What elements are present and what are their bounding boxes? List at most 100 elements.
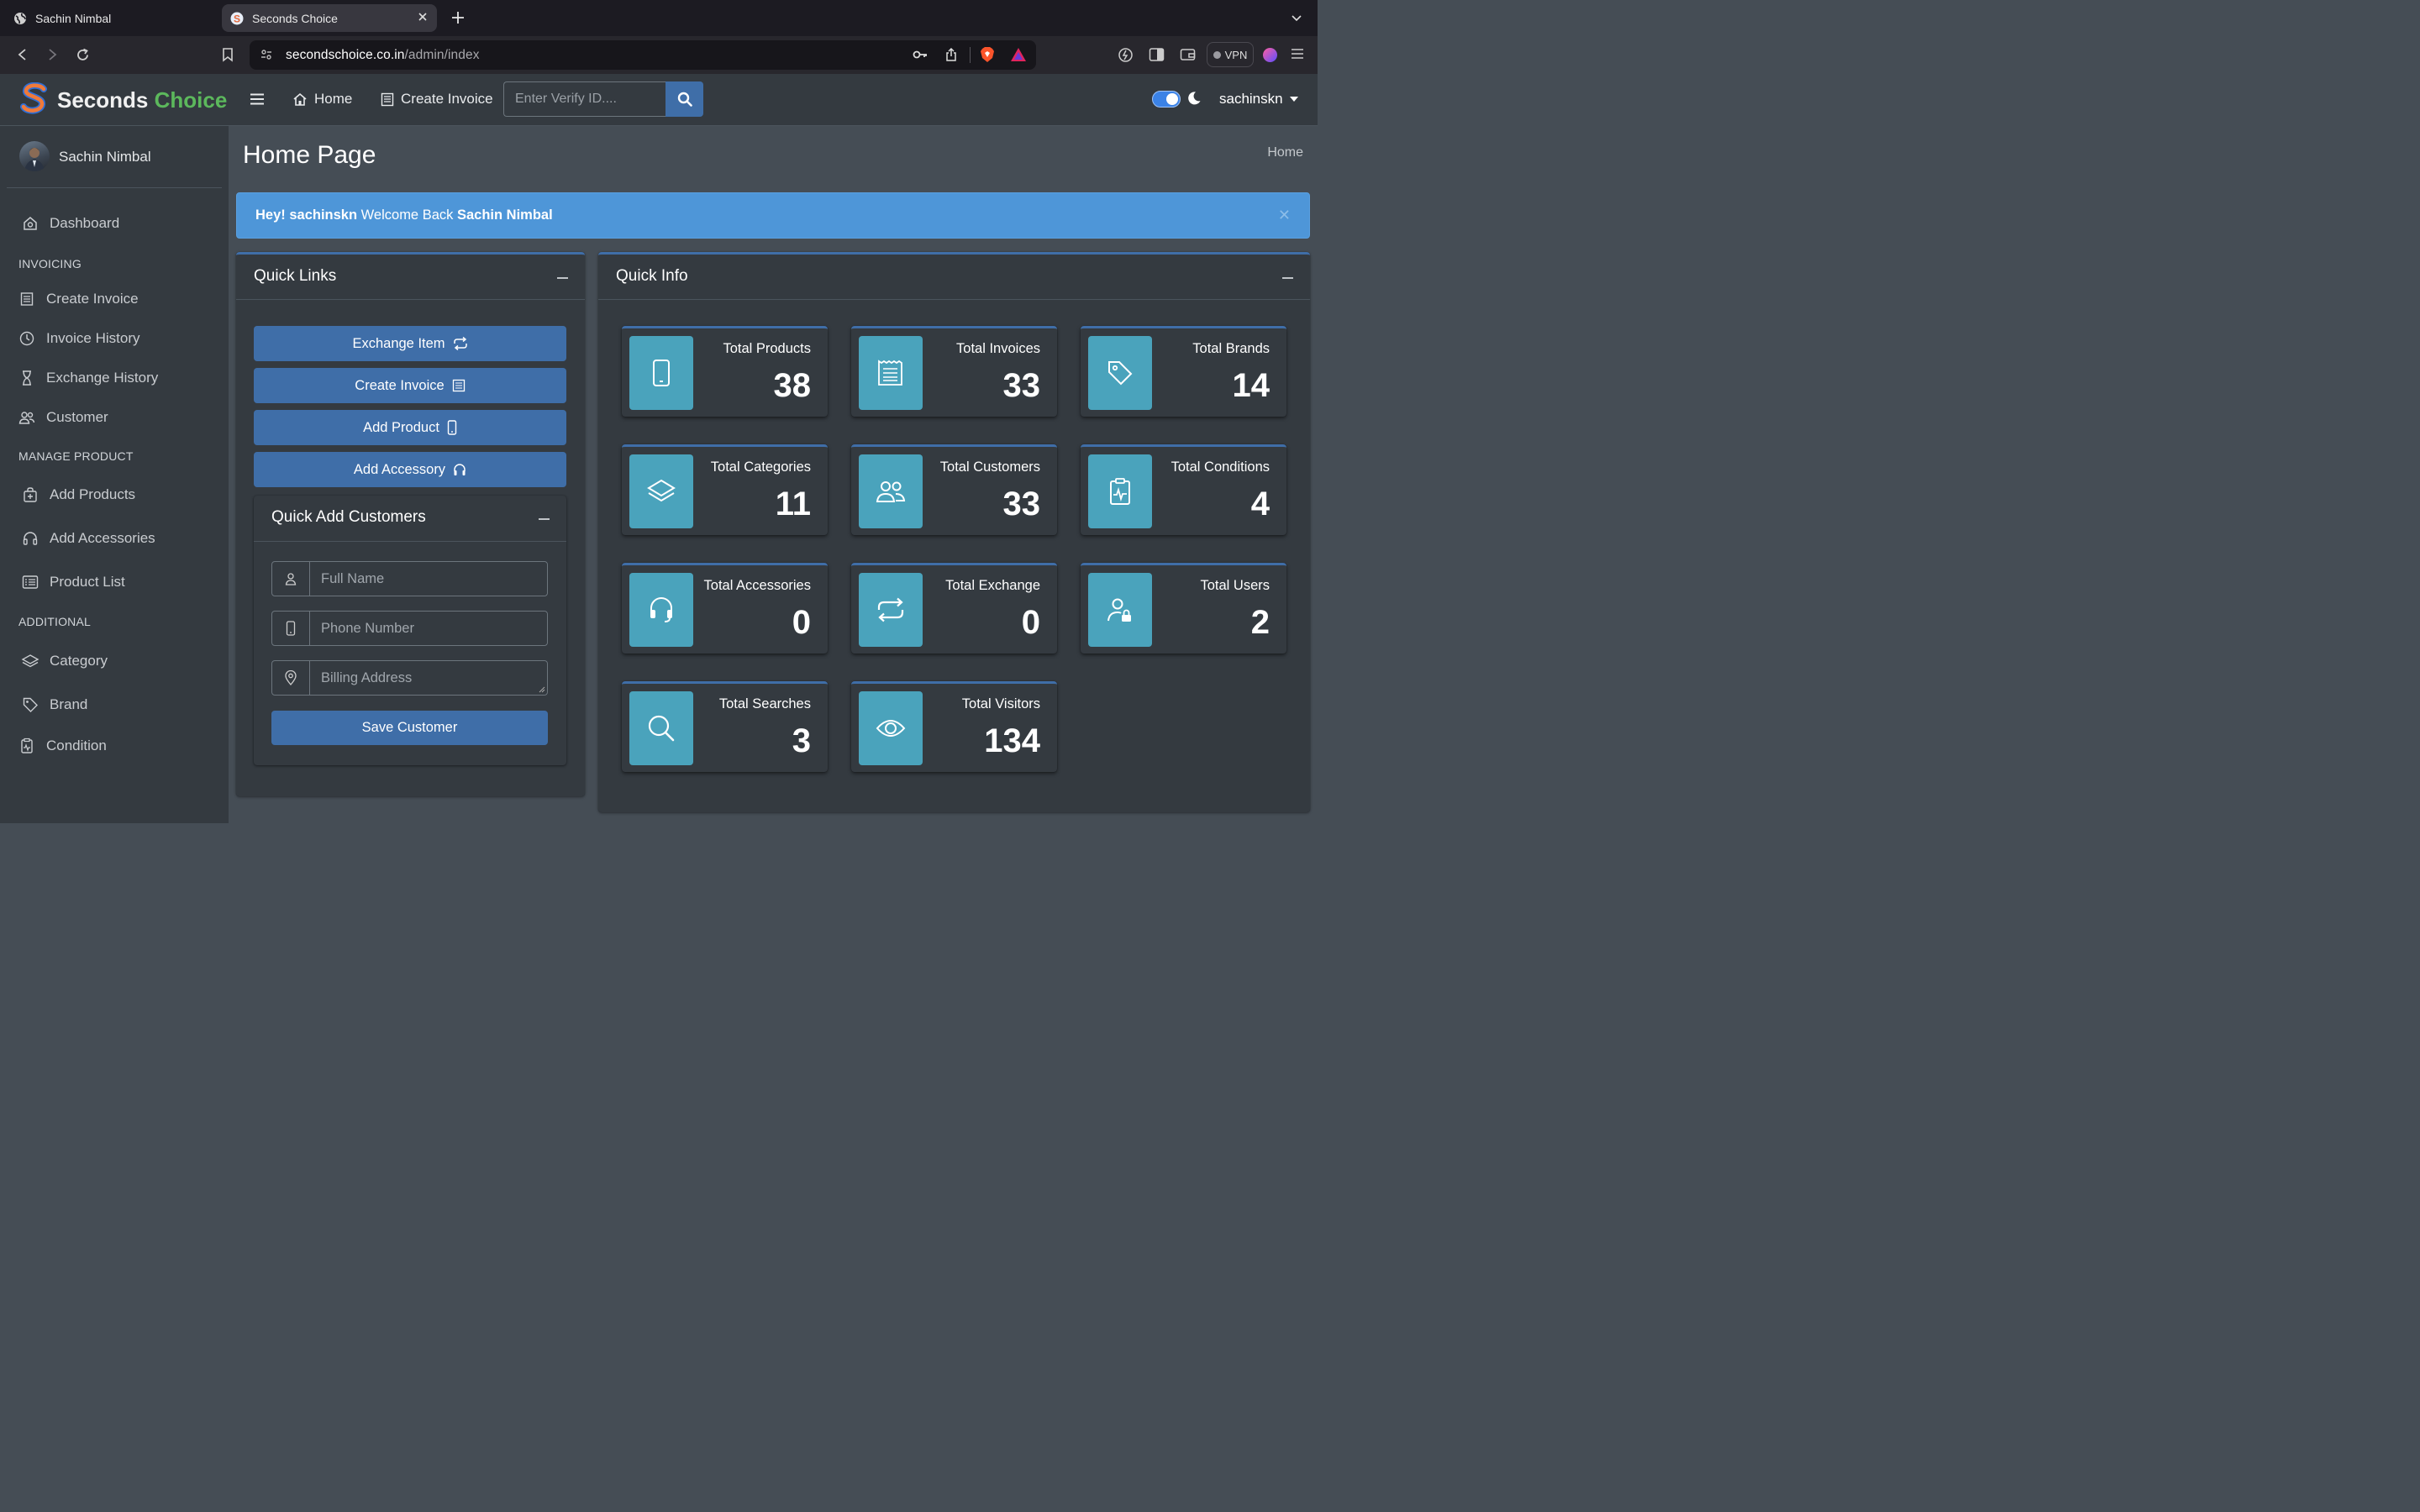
close-tab-icon[interactable] (417, 11, 429, 23)
quick-add-customers-card: Quick Add Customers Save Customer (254, 496, 566, 765)
back-icon[interactable] (15, 47, 30, 62)
add-accessory-button[interactable]: Add Accessory (254, 452, 566, 487)
profile-icon[interactable] (1262, 47, 1278, 63)
info-box-users[interactable]: Total Users 2 (1081, 563, 1286, 654)
tag-icon (1088, 336, 1152, 410)
browser-tab-bar: Sachin Nimbal S Seconds Choice (0, 0, 1318, 36)
search-button[interactable] (666, 81, 703, 117)
repeat-icon (453, 337, 467, 350)
phone-number-field[interactable] (310, 612, 547, 645)
sidebar-item-product-list[interactable]: Product List (7, 565, 222, 599)
info-box-products[interactable]: Total Products 38 (622, 326, 828, 417)
new-tab-icon[interactable] (450, 10, 466, 25)
sidebar-item-category[interactable]: Category (7, 644, 222, 678)
share-icon[interactable] (944, 47, 958, 62)
resize-handle-icon[interactable] (539, 686, 545, 693)
nav-home-link[interactable]: Home (292, 91, 352, 108)
quick-info-card: Quick Info Total Products 38 Total Invoi… (598, 252, 1310, 812)
info-box-label: Total Users (1200, 578, 1270, 593)
sidebar-item-label: Category (50, 653, 108, 669)
address-group (271, 660, 548, 696)
sidebar-header-invoicing: INVOICING (18, 257, 82, 270)
sidebar-item-customer[interactable]: Customer (7, 401, 222, 434)
collapse-icon[interactable] (557, 277, 568, 279)
sidebar-item-brand[interactable]: Brand (7, 688, 222, 722)
nav-home-label: Home (314, 91, 353, 107)
sidebar-item-label: Add Products (50, 486, 136, 502)
account-dropdown[interactable]: sachinskn (1219, 91, 1298, 108)
info-box-value: 134 (984, 722, 1040, 759)
info-box-customers[interactable]: Total Customers 33 (851, 444, 1057, 535)
sidebar-item-label: Product List (50, 574, 125, 590)
vpn-button[interactable]: VPN (1207, 42, 1254, 67)
breadcrumb[interactable]: Home (1267, 145, 1303, 160)
user-panel[interactable]: Sachin Nimbal (7, 126, 222, 188)
address-bar[interactable]: secondschoice.co.in/admin/index (250, 40, 1036, 70)
sidebar-item-add-products[interactable]: Add Products (7, 478, 222, 512)
key-icon[interactable] (913, 48, 928, 61)
sidebar-item-condition[interactable]: Condition (7, 729, 222, 763)
verify-id-input[interactable] (503, 81, 666, 117)
billing-address-field[interactable] (310, 661, 547, 695)
hamburger-icon[interactable] (250, 93, 264, 105)
browser-tab[interactable]: Sachin Nimbal (7, 4, 215, 32)
button-label: Add Accessory (353, 461, 446, 477)
reload-icon[interactable] (75, 47, 91, 63)
info-box-categories[interactable]: Total Categories 11 (622, 444, 828, 535)
location-pin-icon (272, 661, 310, 695)
menu-icon[interactable] (1290, 47, 1305, 60)
layers-icon (21, 652, 39, 670)
sidebar-toggle-icon[interactable] (1149, 47, 1165, 62)
info-box-invoices[interactable]: Total Invoices 33 (851, 326, 1057, 417)
dark-mode-toggle[interactable] (1152, 91, 1181, 108)
forward-icon[interactable] (45, 47, 60, 62)
leo-icon[interactable] (1118, 47, 1134, 63)
caret-down-icon (1289, 97, 1298, 102)
browser-tab-active[interactable]: S Seconds Choice (222, 4, 437, 32)
collapse-icon[interactable] (1282, 277, 1293, 279)
card-title: Quick Info (616, 267, 688, 285)
url-text: secondschoice.co.in/admin/index (286, 48, 480, 62)
sidebar-item-create-invoice[interactable]: Create Invoice (7, 282, 222, 316)
info-box-visitors[interactable]: Total Visitors 134 (851, 681, 1057, 772)
nav-create-invoice-link[interactable]: Create Invoice (381, 91, 493, 108)
phone-group (271, 611, 548, 646)
site-settings-icon[interactable] (260, 48, 273, 61)
info-box-brands[interactable]: Total Brands 14 (1081, 326, 1286, 417)
info-box-label: Total Categories (710, 459, 811, 475)
add-product-button[interactable]: Add Product (254, 410, 566, 445)
close-alert-icon[interactable]: ✕ (1278, 207, 1291, 224)
save-customer-button[interactable]: Save Customer (271, 711, 548, 745)
sidebar-item-add-accessories[interactable]: Add Accessories (7, 522, 222, 555)
eye-icon (859, 691, 923, 765)
chevron-down-icon[interactable] (1291, 12, 1302, 24)
exchange-item-button[interactable]: Exchange Item (254, 326, 566, 361)
receipt-icon (452, 379, 465, 392)
info-box-conditions[interactable]: Total Conditions 4 (1081, 444, 1286, 535)
info-box-label: Total Conditions (1171, 459, 1270, 475)
verify-search (503, 81, 703, 117)
sidebar-header-manage-product: MANAGE PRODUCT (18, 449, 134, 463)
receipt-icon (18, 290, 36, 308)
repeat-icon (859, 573, 923, 647)
collapse-icon[interactable] (539, 518, 550, 520)
info-box-value: 3 (792, 722, 811, 759)
brand-link[interactable]: Seconds Choice (0, 74, 229, 126)
sidebar-item-invoice-history[interactable]: Invoice History (7, 322, 222, 355)
info-box-value: 38 (773, 367, 812, 404)
info-box-searches[interactable]: Total Searches 3 (622, 681, 828, 772)
create-invoice-button[interactable]: Create Invoice (254, 368, 566, 403)
info-box-value: 0 (792, 604, 811, 641)
sidebar-item-exchange-history[interactable]: Exchange History (7, 361, 222, 395)
bookmark-icon[interactable] (221, 47, 234, 62)
sidebar-item-dashboard[interactable]: Dashboard (7, 207, 222, 240)
full-name-field[interactable] (310, 562, 547, 596)
brave-shield-icon[interactable] (980, 46, 995, 63)
wallet-icon[interactable] (1180, 47, 1196, 62)
info-box-accessories[interactable]: Total Accessories 0 (622, 563, 828, 654)
rewards-triangle-icon[interactable] (1010, 47, 1027, 62)
info-box-label: Total Visitors (961, 696, 1040, 711)
alert-welcome: Welcome Back (357, 207, 457, 223)
breadcrumb-home: Home (1267, 145, 1303, 160)
info-box-exchange[interactable]: Total Exchange 0 (851, 563, 1057, 654)
